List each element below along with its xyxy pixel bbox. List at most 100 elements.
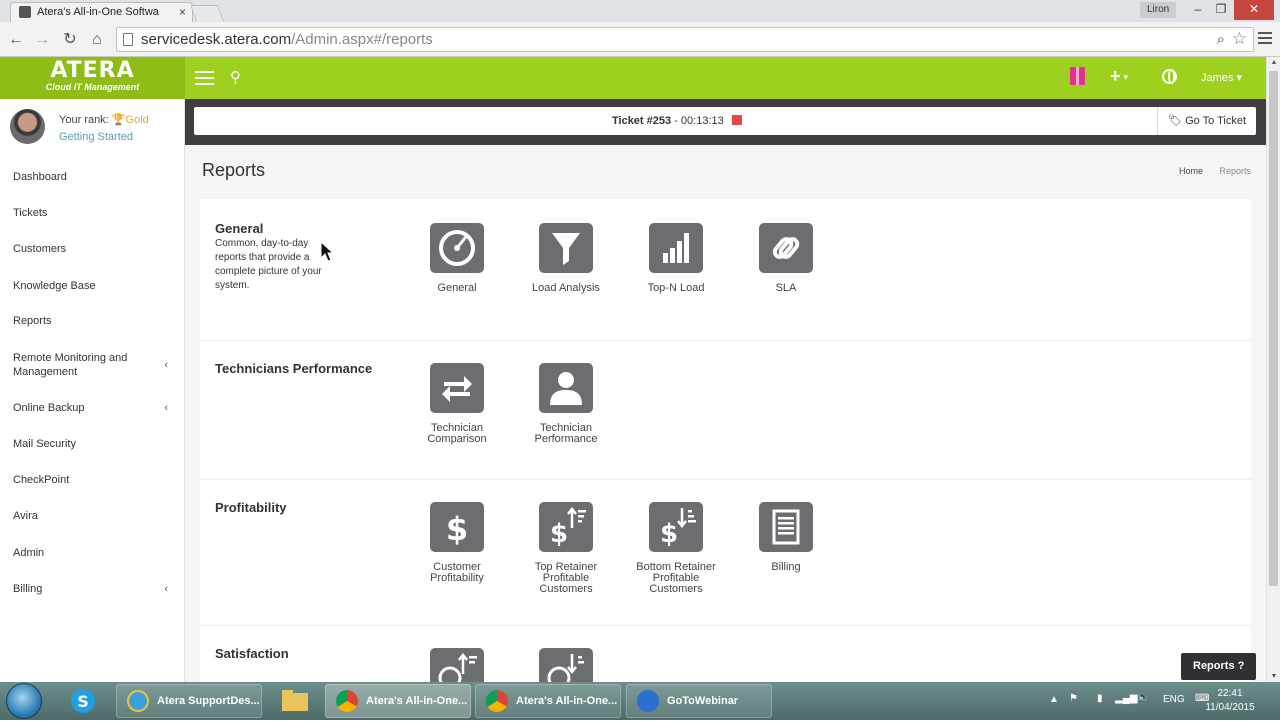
- breadcrumb-current: Reports: [1219, 166, 1251, 176]
- report-sla[interactable]: SLA: [736, 223, 836, 294]
- breadcrumb: Home Reports: [1179, 166, 1251, 176]
- user-icon: [539, 363, 593, 413]
- invoice-list-icon: [759, 502, 813, 552]
- report-top-n-load[interactable]: Top-N Load: [626, 223, 726, 294]
- globe-icon[interactable]: [1162, 69, 1177, 84]
- sidebar-item-customers[interactable]: Customers: [0, 242, 185, 256]
- battery-icon[interactable]: ▮: [1097, 693, 1103, 704]
- reports-panel: General Common, day-to-day reports that …: [200, 199, 1251, 682]
- taskbar-button-gotowebinar[interactable]: GoToWebinar: [626, 684, 772, 718]
- reload-icon[interactable]: ↻: [60, 30, 80, 50]
- report-label: Technician Performance: [534, 422, 598, 445]
- report-bottom-retainer-profitable-customers[interactable]: $ Bottom Retainer Profitable Customers: [626, 502, 726, 595]
- search-icon[interactable]: ⚲: [230, 68, 241, 86]
- browser-user-chip[interactable]: Liron: [1140, 2, 1177, 18]
- report-billing[interactable]: Billing: [736, 502, 836, 573]
- report-label: General: [437, 282, 477, 294]
- taskbar-button-label: Atera's All-in-One...: [366, 695, 468, 707]
- report-load-analysis[interactable]: Load Analysis: [516, 223, 616, 294]
- action-center-flag-icon[interactable]: ⚑: [1069, 693, 1078, 704]
- restore-icon[interactable]: ❐: [1208, 0, 1234, 20]
- section-title: Satisfaction: [215, 646, 289, 661]
- report-label: SLA: [775, 282, 797, 294]
- stop-timer-icon[interactable]: [731, 115, 742, 125]
- gotowebinar-icon: [637, 690, 659, 712]
- ticket-timer-box: Ticket #253 - 00:13:13 🏷 Go To Ticket: [194, 107, 1256, 135]
- smiley-sort-desc-icon: [430, 648, 484, 682]
- network-signal-icon[interactable]: ▂▄▆: [1115, 693, 1137, 704]
- taskbar-button-ie[interactable]: Atera SupportDes...: [116, 684, 262, 718]
- main-content: Ticket #253 - 00:13:13 🏷 Go To Ticket Re…: [185, 99, 1266, 682]
- link-icon: [759, 223, 813, 273]
- sidebar-item-billing[interactable]: Billing ‹: [0, 582, 185, 596]
- tray-expand-icon[interactable]: ▲: [1049, 694, 1059, 705]
- report-label: Customer Profitability: [430, 561, 484, 584]
- report-general[interactable]: General: [407, 223, 507, 294]
- user-caret-icon: ▾: [1236, 72, 1242, 84]
- avatar[interactable]: [10, 109, 45, 144]
- atera-logo[interactable]: ATERA Cloud IT Management: [0, 57, 185, 99]
- skype-icon[interactable]: S: [63, 685, 103, 717]
- file-explorer-icon[interactable]: [274, 685, 314, 717]
- user-menu[interactable]: James ▾: [1201, 71, 1242, 84]
- sidebar-item-reports[interactable]: Reports: [0, 314, 185, 328]
- ticket-number[interactable]: Ticket #253: [612, 115, 671, 127]
- taskbar-button-chrome-2[interactable]: Atera's All-in-One...: [475, 684, 621, 718]
- sidebar-item-admin[interactable]: Admin: [0, 546, 185, 560]
- chrome-menu-icon[interactable]: [1258, 32, 1272, 47]
- go-to-ticket-button[interactable]: 🏷 Go To Ticket: [1157, 107, 1256, 135]
- report-satisfaction-top[interactable]: [407, 648, 507, 682]
- sidebar-item-dashboard[interactable]: Dashboard: [0, 170, 185, 184]
- window-close-icon[interactable]: ✕: [1234, 0, 1274, 20]
- scroll-up-icon[interactable]: ▲: [1267, 59, 1280, 66]
- taskbar-button-chrome-1[interactable]: Atera's All-in-One...: [325, 684, 471, 718]
- add-new-menu[interactable]: + ▾: [1110, 66, 1128, 87]
- back-arrow-icon[interactable]: ←: [6, 30, 26, 50]
- report-technician-performance[interactable]: Technician Performance: [516, 363, 616, 445]
- taskbar-clock[interactable]: 22:41 11/04/2015: [1200, 687, 1260, 715]
- page-title: Reports: [202, 160, 266, 180]
- home-icon[interactable]: ⌂: [87, 30, 107, 50]
- new-tab-button[interactable]: [190, 5, 224, 21]
- gauge-icon: [430, 223, 484, 273]
- help-reports-button[interactable]: Reports ?: [1181, 653, 1257, 680]
- sidebar-item-rmm[interactable]: Remote Monitoring and Management ‹: [0, 351, 168, 379]
- report-top-retainer-profitable-customers[interactable]: $ Top Retainer Profitable Customers: [516, 502, 616, 595]
- plus-icon: +: [1110, 66, 1121, 86]
- start-button[interactable]: [6, 683, 42, 719]
- report-label: Top-N Load: [647, 282, 705, 294]
- zoom-icon[interactable]: ⌕: [1217, 31, 1225, 48]
- sidebar-item-online-backup[interactable]: Online Backup ‹: [0, 401, 185, 415]
- report-customer-profitability[interactable]: $ Customer Profitability: [407, 502, 507, 584]
- report-section-technicians-performance: Technicians Performance Technician Compa…: [200, 341, 1251, 480]
- tab-close-icon[interactable]: ×: [179, 3, 186, 21]
- sidebar-item-checkpoint[interactable]: CheckPoint: [0, 473, 185, 487]
- page-scrollbar[interactable]: ▲ ▼: [1266, 57, 1280, 682]
- sidebar-item-label: Remote Monitoring and Management: [13, 352, 128, 378]
- gift-icon[interactable]: [1070, 67, 1085, 85]
- caret-down-icon: ▾: [1123, 71, 1129, 82]
- report-technician-comparison[interactable]: Technician Comparison: [407, 363, 507, 445]
- getting-started-link[interactable]: Getting Started: [59, 131, 133, 143]
- url-path: /Admin.aspx#/reports: [291, 31, 433, 48]
- section-description: Common, day-to-day reports that provide …: [215, 238, 322, 291]
- language-indicator[interactable]: ENG: [1163, 694, 1185, 705]
- bookmark-star-icon[interactable]: ☆: [1232, 29, 1247, 49]
- sidebar-item-label: Customers: [13, 243, 67, 255]
- volume-icon[interactable]: 🔈: [1137, 692, 1149, 703]
- address-bar[interactable]: servicedesk.atera.com/Admin.aspx#/report…: [116, 27, 1254, 52]
- sidebar-item-mail-security[interactable]: Mail Security: [0, 437, 185, 451]
- ticket-timer-bar: Ticket #253 - 00:13:13 🏷 Go To Ticket: [185, 99, 1266, 145]
- browser-tab-active[interactable]: Atera's All-in-One Softwa ×: [10, 2, 193, 22]
- hamburger-menu-icon[interactable]: [195, 71, 214, 89]
- user-menu-name: James: [1201, 72, 1234, 84]
- sidebar-item-knowledge-base[interactable]: Knowledge Base: [0, 279, 185, 293]
- report-satisfaction-bottom[interactable]: [516, 648, 616, 682]
- breadcrumb-home[interactable]: Home: [1179, 166, 1203, 176]
- sidebar-item-avira[interactable]: Avira: [0, 509, 185, 523]
- scroll-thumb[interactable]: [1269, 71, 1278, 586]
- forward-arrow-icon[interactable]: →: [32, 30, 52, 50]
- sidebar-item-tickets[interactable]: Tickets: [0, 206, 185, 220]
- scroll-down-icon[interactable]: ▼: [1267, 673, 1280, 680]
- help-label: Reports: [1193, 660, 1235, 672]
